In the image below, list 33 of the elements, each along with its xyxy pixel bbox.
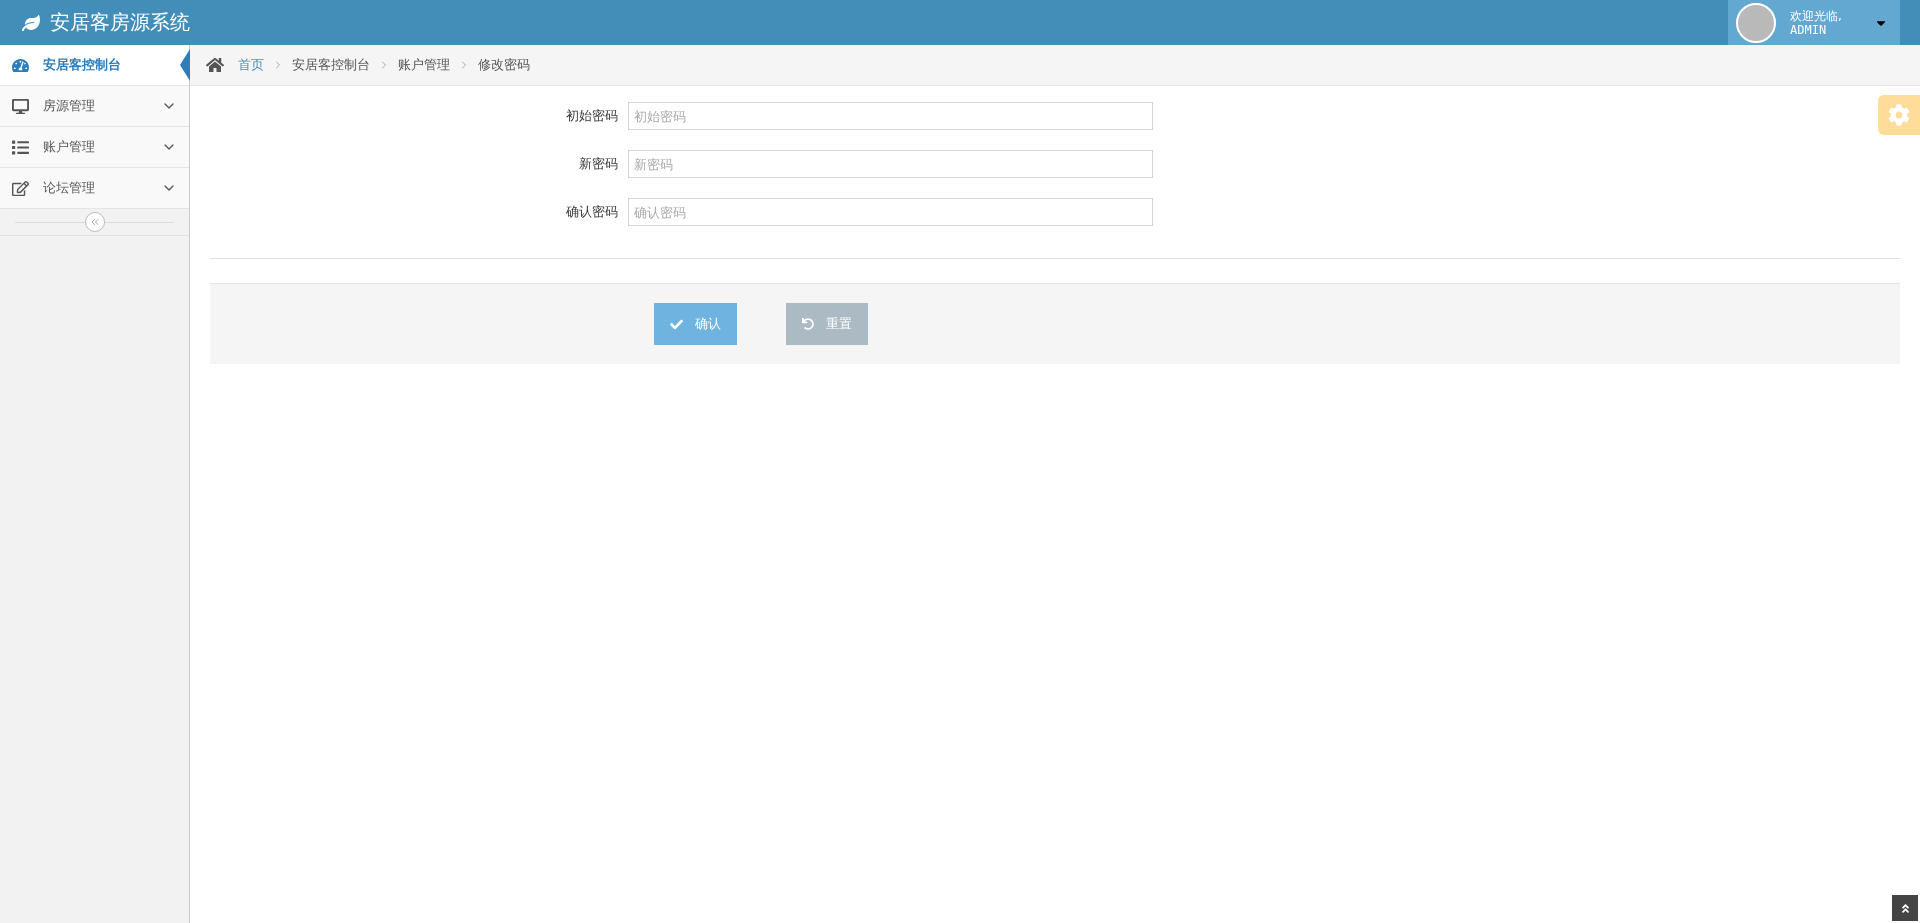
gauge-icon: [12, 56, 29, 74]
scroll-top-button[interactable]: [1892, 895, 1918, 921]
gear-icon: [1888, 104, 1910, 126]
confirm-button[interactable]: 确认: [654, 303, 737, 345]
app-title: 安居客房源系统: [50, 9, 190, 36]
settings-button[interactable]: [1878, 95, 1920, 135]
user-menu[interactable]: 欢迎光临, ADMIN: [1728, 0, 1900, 45]
leaf-icon: [22, 13, 40, 32]
double-chevron-up-icon: [1899, 902, 1911, 914]
sidebar-item[interactable]: 账户管理: [0, 127, 189, 168]
breadcrumb-item: 账户管理: [398, 56, 450, 74]
edit-icon: [12, 179, 29, 197]
monitor-icon: [12, 97, 29, 115]
sidebar-item[interactable]: 论坛管理: [0, 168, 189, 209]
list-icon: [12, 138, 29, 156]
user-name: ADMIN: [1790, 22, 1828, 37]
undo-icon: [802, 318, 814, 330]
breadcrumb-item: 安居客控制台: [292, 56, 370, 74]
collapse-button[interactable]: [84, 212, 105, 232]
password-field[interactable]: 确认密码: [628, 198, 1153, 226]
check-icon: [670, 317, 683, 331]
field-label: 初始密码: [565, 107, 619, 125]
password-field[interactable]: 新密码: [628, 150, 1153, 178]
sidebar-item[interactable]: 安居客控制台: [0, 45, 189, 86]
greeting-text: 欢迎光临,: [1790, 8, 1843, 23]
breadcrumb-link[interactable]: 首页: [238, 56, 264, 74]
sidebar-item[interactable]: 房源管理: [0, 86, 189, 127]
field-label: 确认密码: [565, 203, 619, 221]
avatar: [1736, 2, 1776, 43]
breadcrumb-item: 修改密码: [478, 56, 530, 74]
field-label: 新密码: [578, 155, 619, 173]
password-field[interactable]: 初始密码: [628, 102, 1153, 130]
home-icon: [206, 56, 224, 74]
